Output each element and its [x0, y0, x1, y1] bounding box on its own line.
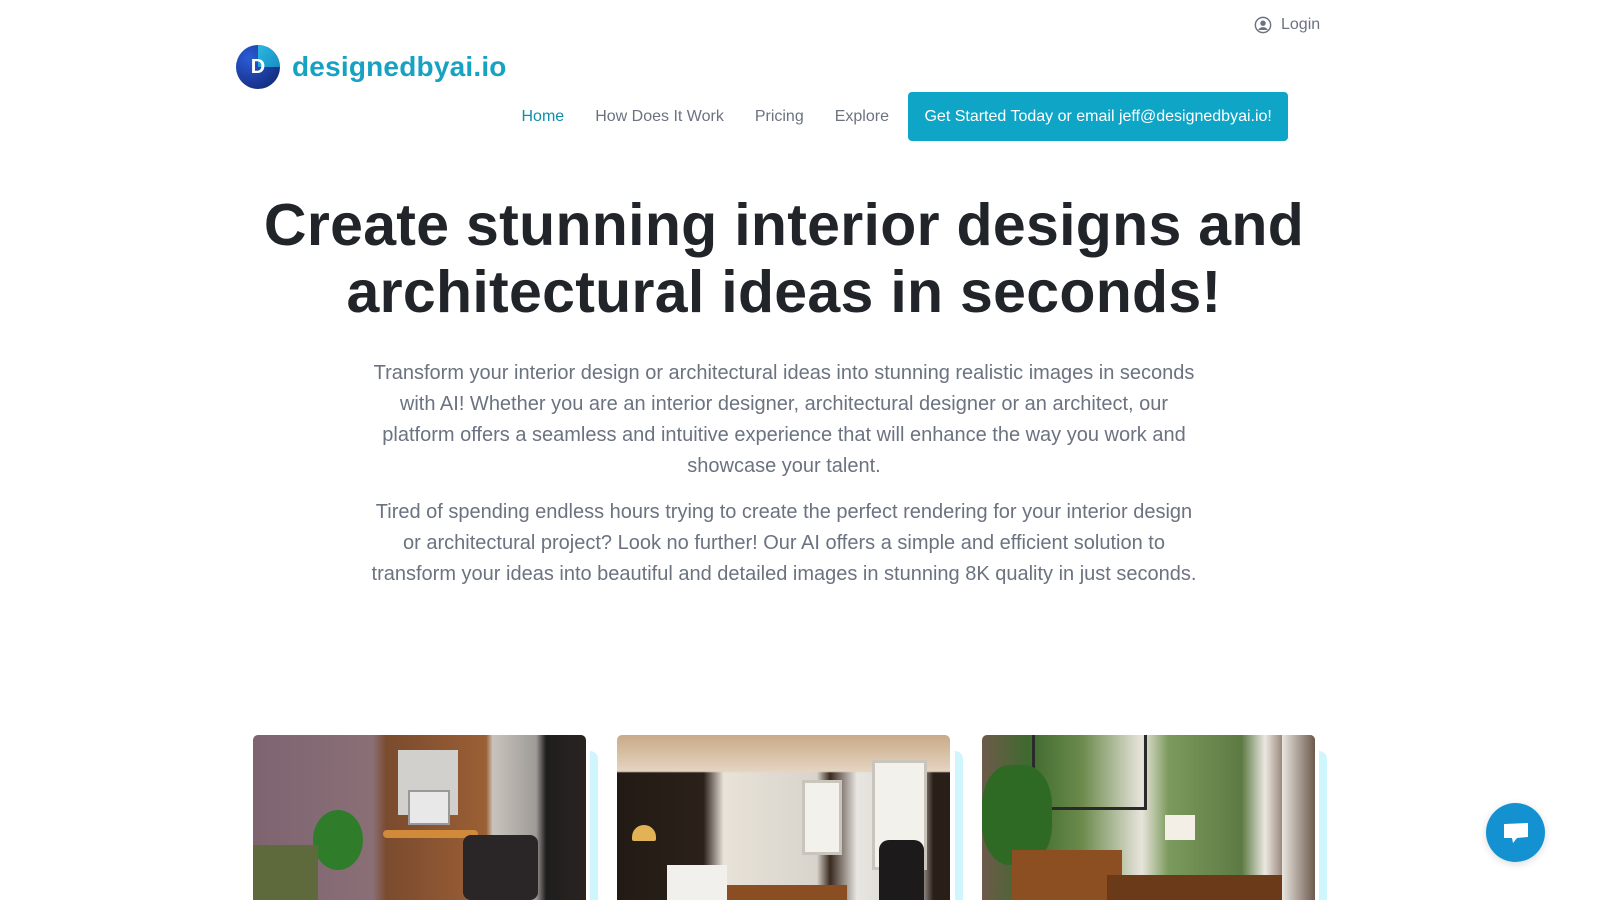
nav-pricing[interactable]: Pricing	[739, 92, 819, 141]
logo[interactable]: D designedbyai.io	[236, 45, 507, 89]
user-circle-icon	[1254, 16, 1272, 34]
hero-title-line-1: Create stunning interior designs and	[263, 192, 1305, 258]
logo-text: designedbyai.io	[292, 51, 507, 82]
chat-button[interactable]	[1486, 803, 1545, 862]
card-accent-strip	[590, 751, 598, 900]
hero-paragraph-2: Tired of spending endless hours trying t…	[371, 501, 1197, 585]
nav-home[interactable]: Home	[506, 92, 580, 141]
hero-paragraph-1: Transform your interior design or archit…	[373, 362, 1195, 477]
chat-bubble-icon	[1503, 822, 1528, 843]
login-label: Login	[1281, 16, 1321, 33]
card-accent-strip	[1319, 751, 1327, 900]
gallery-image-3[interactable]	[982, 735, 1315, 900]
hero-title-line-2: architectural ideas in seconds!	[346, 259, 1222, 325]
gallery	[0, 735, 1600, 900]
gallery-image-2[interactable]	[617, 735, 950, 900]
card-accent-strip	[955, 751, 963, 900]
nav-how-does-it-work[interactable]: How Does It Work	[580, 92, 740, 141]
login-link[interactable]: Login	[1254, 16, 1320, 34]
hero-title: Create stunning interior designs and arc…	[0, 192, 1568, 326]
logo-badge-icon: D	[236, 45, 280, 89]
main-nav: Home How Does It Work Pricing Explore Ge…	[506, 92, 1288, 141]
get-started-button[interactable]: Get Started Today or email jeff@designed…	[908, 92, 1288, 141]
gallery-image-1[interactable]	[253, 735, 586, 900]
nav-explore[interactable]: Explore	[819, 92, 904, 141]
